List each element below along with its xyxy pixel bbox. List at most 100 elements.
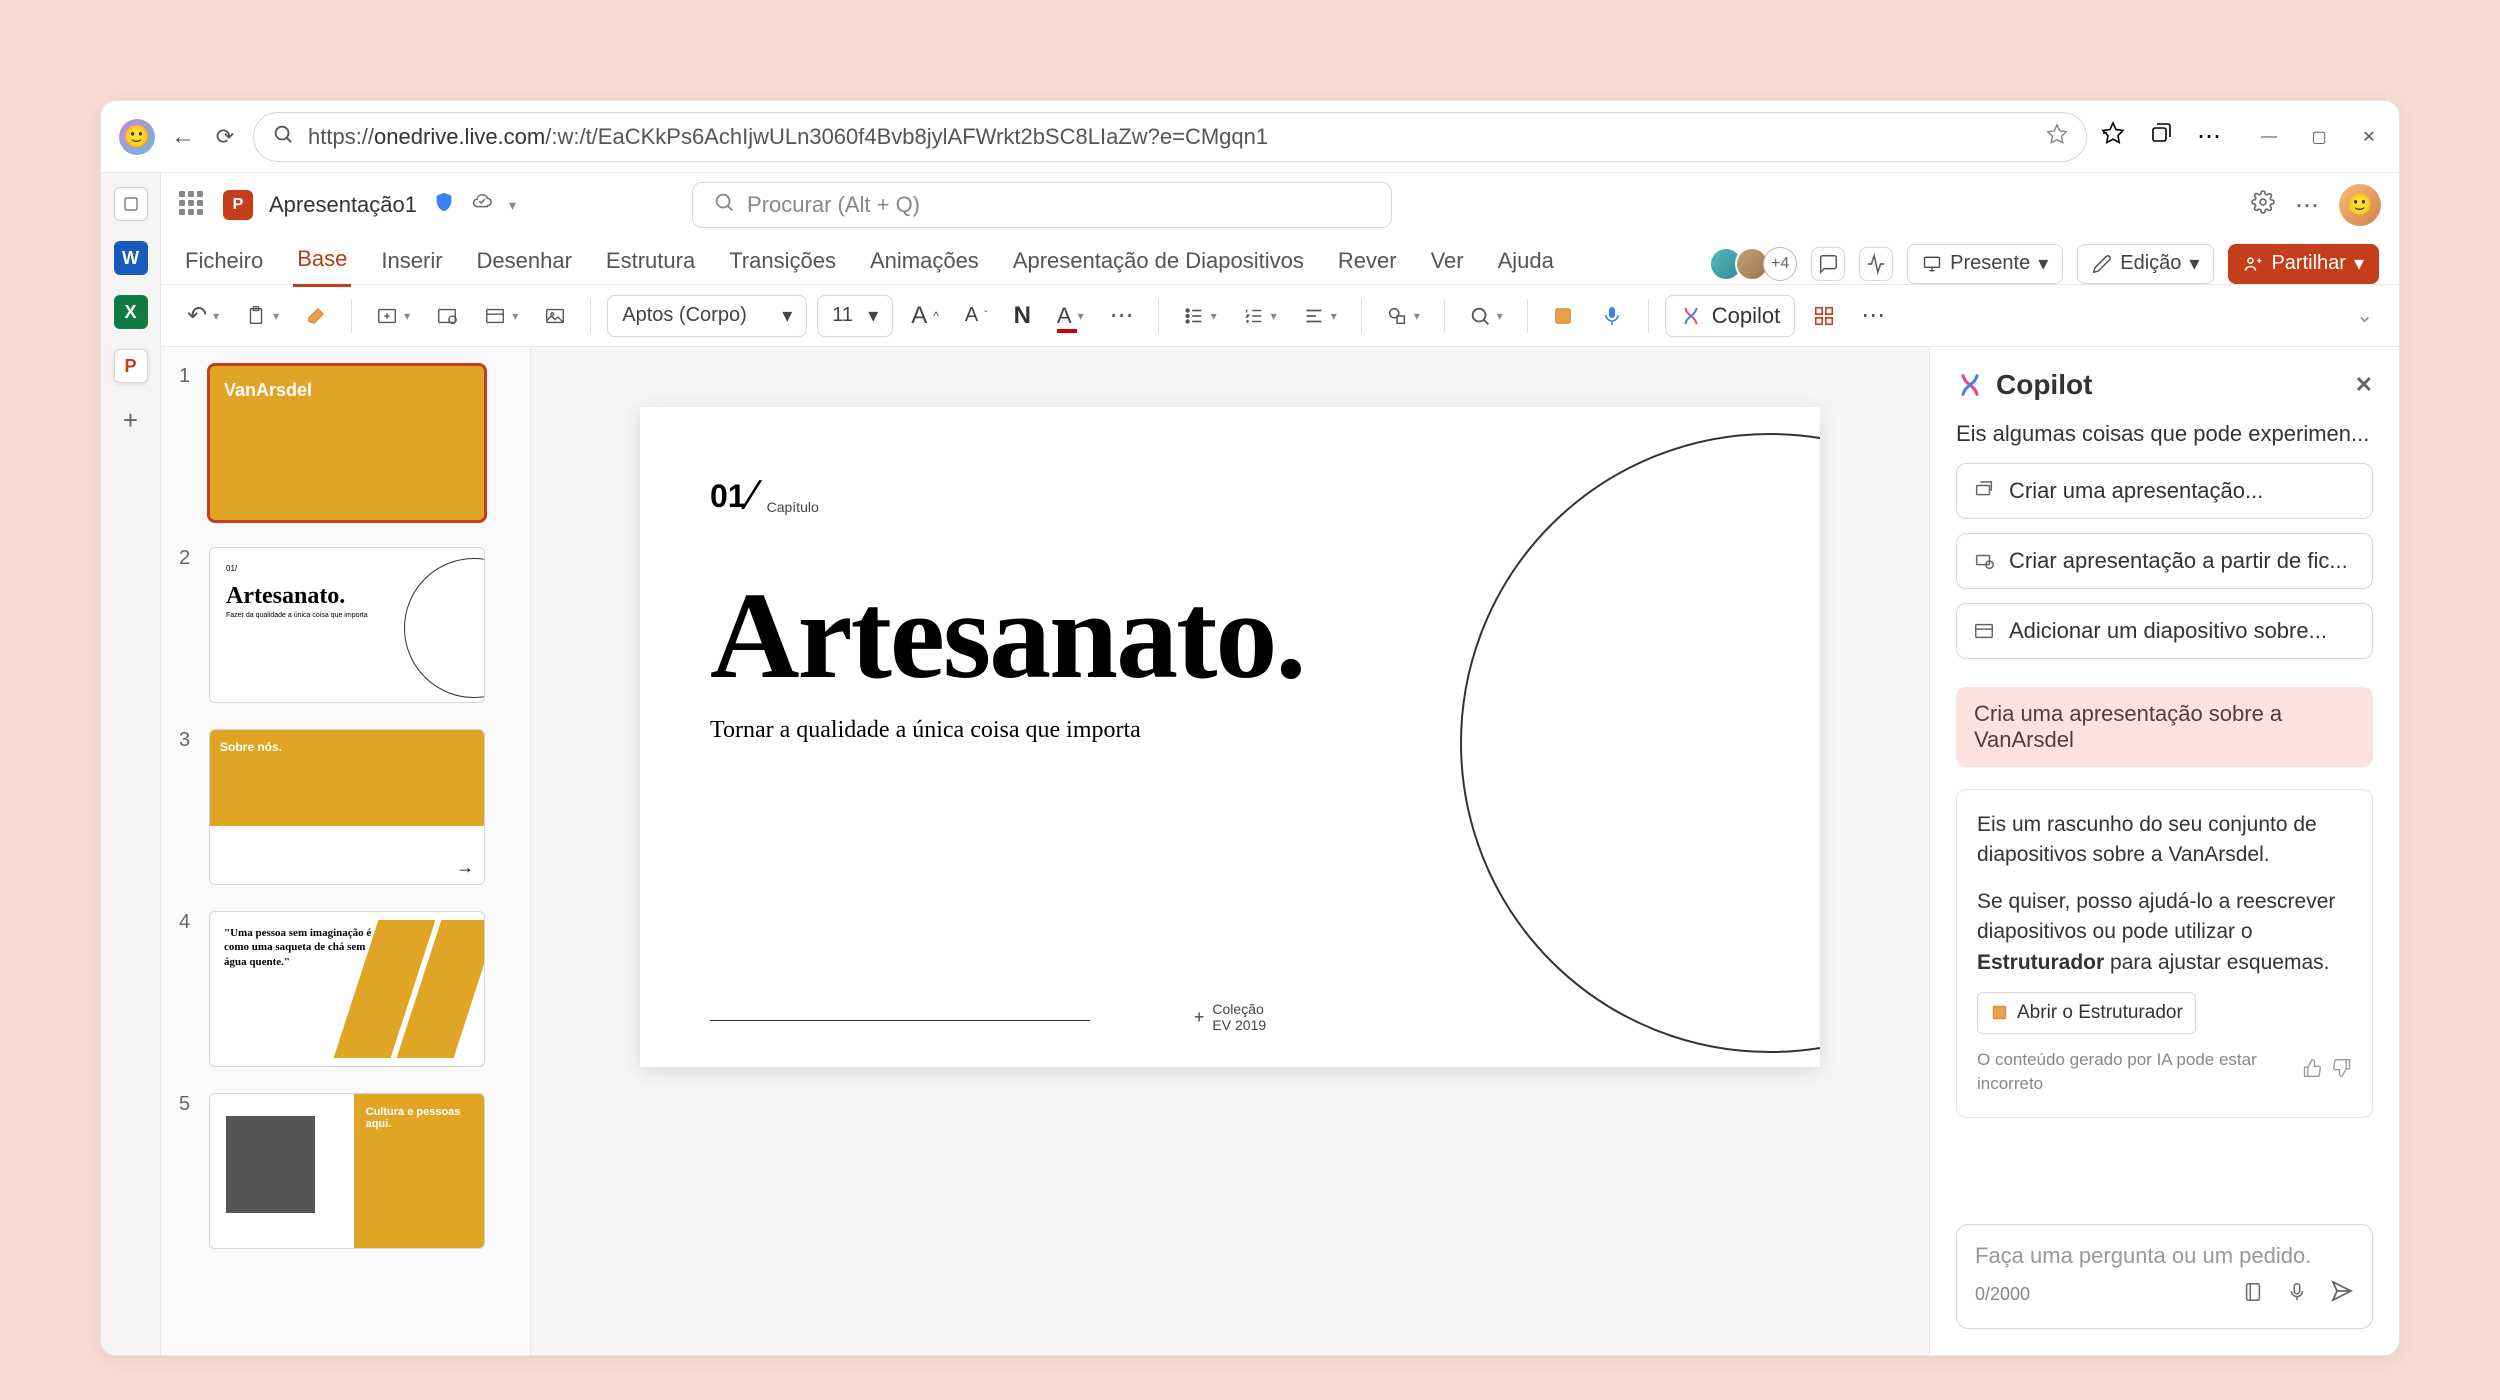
collections-icon[interactable]	[2149, 121, 2173, 152]
current-slide[interactable]: 01 ∕ Capítulo Artesanato. Tornar a quali…	[640, 407, 1820, 1067]
thumb-2-preview[interactable]: 01/ Artesanato. Fazer da qualidade a úni…	[209, 547, 485, 703]
layout-button[interactable]: ▾	[476, 295, 526, 337]
share-button[interactable]: Partilhar ▾	[2228, 244, 2379, 284]
tab-ficheiro[interactable]: Ficheiro	[181, 242, 267, 286]
back-button[interactable]: ←	[169, 123, 197, 151]
format-painter-button[interactable]	[297, 295, 335, 337]
shapes-button[interactable]: ▾	[1378, 295, 1428, 337]
send-icon[interactable]	[2330, 1279, 2354, 1310]
slide-canvas[interactable]: 01 ∕ Capítulo Artesanato. Tornar a quali…	[531, 347, 1929, 1355]
presence-more[interactable]: +4	[1763, 247, 1797, 281]
grow-font-button[interactable]: A^	[903, 295, 947, 337]
thumb-2[interactable]: 2 01/ Artesanato. Fazer da qualidade a ú…	[179, 547, 512, 703]
activity-icon[interactable]	[1859, 247, 1893, 281]
shrink-font-button[interactable]: Aˇ	[957, 295, 996, 337]
suggestion-book-icon[interactable]	[2242, 1281, 2264, 1309]
tab-estrutura[interactable]: Estrutura	[602, 242, 699, 286]
thumb-1[interactable]: 1 VanArsdel	[179, 365, 512, 521]
tab-ver[interactable]: Ver	[1427, 242, 1468, 286]
thumb-5-preview[interactable]: Cultura e pessoas aqui.	[209, 1093, 485, 1249]
reuse-slides-button[interactable]	[428, 295, 466, 337]
tab-apresentacao[interactable]: Apresentação de Diapositivos	[1009, 242, 1308, 286]
editing-mode-button[interactable]: Edição ▾	[2077, 244, 2214, 284]
more-browser-icon[interactable]: ⋯	[2197, 122, 2221, 151]
minimize-button[interactable]: —	[2257, 125, 2281, 149]
collapse-ribbon-button[interactable]: ⌄	[2348, 295, 2381, 337]
bullets-button[interactable]: ▾	[1175, 295, 1225, 337]
rail-word-icon[interactable]: W	[114, 241, 148, 275]
font-color-button[interactable]: A▾	[1049, 295, 1092, 337]
cloud-sync-icon[interactable]	[471, 191, 493, 219]
copilot-logo-icon	[1956, 371, 1984, 399]
tab-desenhar[interactable]: Desenhar	[473, 242, 576, 286]
doc-dropdown-icon[interactable]: ▾	[509, 197, 516, 214]
tab-rever[interactable]: Rever	[1334, 242, 1401, 286]
url-text: https://onedrive.live.com/:w:/t/EaCKkPs6…	[308, 124, 1268, 150]
account-avatar[interactable]: 🙂	[2339, 184, 2381, 226]
thumbs-up-icon[interactable]	[2302, 1058, 2322, 1087]
presence-avatars[interactable]: +4	[1717, 247, 1797, 281]
designer-button[interactable]	[1544, 295, 1582, 337]
new-slide-button[interactable]: ▾	[368, 295, 418, 337]
tab-base[interactable]: Base	[293, 240, 351, 287]
slide-circle-decoration	[1460, 433, 1820, 1053]
picture-button[interactable]	[536, 295, 574, 337]
thumbs-down-icon[interactable]	[2332, 1058, 2352, 1087]
mic-icon[interactable]	[2286, 1281, 2308, 1309]
maximize-button[interactable]: ▢	[2307, 125, 2331, 149]
star-icon[interactable]	[2046, 123, 2068, 151]
thumb-3[interactable]: 3 Sobre nós. →	[179, 729, 512, 885]
open-designer-button[interactable]: Abrir o Estruturador	[1977, 992, 2196, 1034]
undo-button[interactable]: ↶▾	[179, 295, 227, 337]
copilot-close-button[interactable]: ✕	[2355, 372, 2373, 398]
tab-animacoes[interactable]: Animações	[866, 242, 983, 286]
tab-inserir[interactable]: Inserir	[377, 242, 446, 286]
copilot-suggestion-1[interactable]: Criar uma apresentação...	[1956, 463, 2373, 519]
more-app-icon[interactable]: ⋯	[2295, 191, 2319, 220]
thumb-3-preview[interactable]: Sobre nós. →	[209, 729, 485, 885]
align-button[interactable]: ▾	[1295, 295, 1345, 337]
font-family-select[interactable]: Aptos (Corpo)▾	[607, 295, 807, 337]
thumb-4[interactable]: 4 "Uma pessoa sem imaginação é como uma …	[179, 911, 512, 1067]
favorites-icon[interactable]	[2101, 121, 2125, 152]
copilot-input[interactable]: Faça uma pergunta ou um pedido. 0/2000	[1956, 1224, 2373, 1329]
thumb-4-preview[interactable]: "Uma pessoa sem imaginação é como uma sa…	[209, 911, 485, 1067]
refresh-button[interactable]: ⟳	[211, 123, 239, 151]
copilot-suggestions: Criar uma apresentação... Criar apresent…	[1956, 463, 2373, 659]
comments-icon[interactable]	[1811, 247, 1845, 281]
rail-excel-icon[interactable]: X	[114, 295, 148, 329]
numbering-button[interactable]: ▾	[1235, 295, 1285, 337]
thumb-1-preview[interactable]: VanArsdel	[209, 365, 485, 521]
copilot-ribbon-button[interactable]: Copilot	[1665, 295, 1795, 337]
settings-icon[interactable]	[2251, 190, 2275, 221]
powerpoint-app: P Apresentação1 ▾ Procurar (Alt + Q)	[161, 173, 2399, 1355]
present-button[interactable]: Presente ▾	[1907, 244, 2063, 284]
app-launcher-icon[interactable]	[179, 191, 207, 219]
rail-powerpoint-icon[interactable]: P	[114, 349, 148, 383]
find-button[interactable]: ▾	[1461, 295, 1511, 337]
document-name[interactable]: Apresentação1	[269, 192, 417, 218]
rail-add-icon[interactable]: +	[114, 403, 148, 437]
address-bar[interactable]: https://onedrive.live.com/:w:/t/EaCKkPs6…	[253, 112, 2087, 162]
more-commands-button[interactable]: ⋯	[1853, 295, 1893, 337]
more-font-button[interactable]: ⋯	[1102, 295, 1142, 337]
paste-button[interactable]: ▾	[237, 295, 287, 337]
tab-ajuda[interactable]: Ajuda	[1494, 242, 1558, 286]
search-input[interactable]: Procurar (Alt + Q)	[692, 182, 1392, 228]
copilot-suggestion-3[interactable]: Adicionar um diapositivo sobre...	[1956, 603, 2373, 659]
copilot-suggestion-2[interactable]: Criar apresentação a partir de fic...	[1956, 533, 2373, 589]
rail-home-icon[interactable]	[114, 187, 148, 221]
shield-icon[interactable]	[433, 191, 455, 219]
add-slide-icon	[1973, 620, 1995, 642]
font-size-select[interactable]: 11▾	[817, 295, 893, 337]
bold-button[interactable]: N	[1006, 295, 1039, 337]
grid-view-button[interactable]	[1805, 295, 1843, 337]
dictate-button[interactable]	[1592, 295, 1632, 337]
copilot-reply: Eis um rascunho do seu conjunto de diapo…	[1956, 789, 2373, 1118]
tab-transicoes[interactable]: Transições	[725, 242, 840, 286]
slide-panel[interactable]: 1 VanArsdel 2 01/ Artesanato. Fazer da q…	[161, 347, 531, 1355]
profile-avatar[interactable]: 🙂	[119, 119, 155, 155]
slide-meta: + Coleção EV 2019	[1194, 1001, 1266, 1033]
thumb-5[interactable]: 5 Cultura e pessoas aqui.	[179, 1093, 512, 1249]
close-button[interactable]: ✕	[2357, 125, 2381, 149]
